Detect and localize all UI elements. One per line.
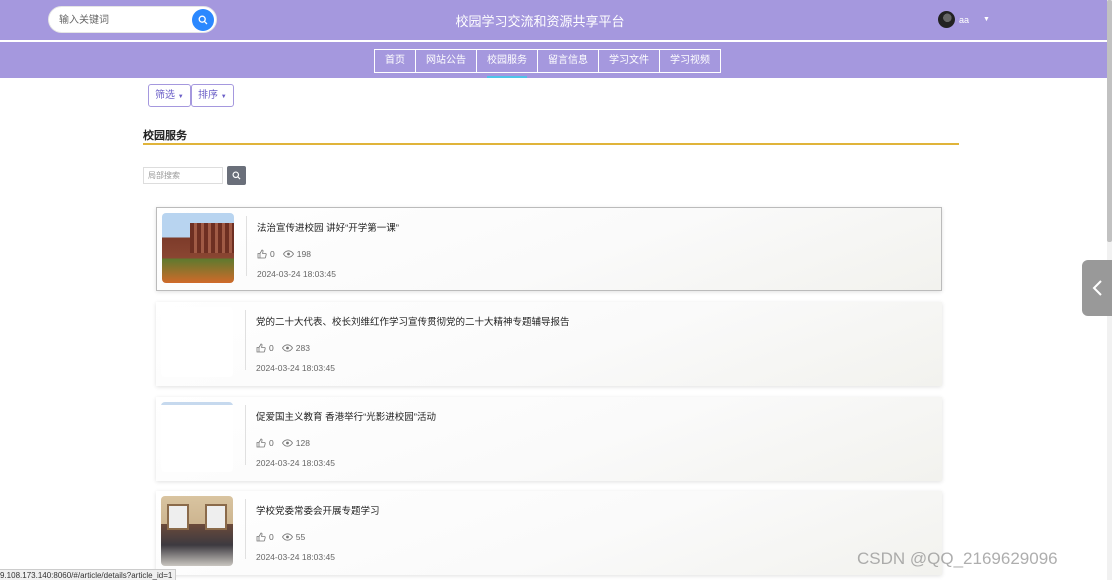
- search-icon: [232, 171, 241, 180]
- local-search-input[interactable]: [143, 167, 223, 184]
- article-date: 2024-03-24 18:03:45: [257, 269, 336, 279]
- eye-icon: [281, 439, 293, 447]
- article-stats: 0 55: [256, 532, 313, 542]
- view-count: 128: [295, 438, 310, 448]
- nav-announcements[interactable]: 网站公告: [415, 49, 477, 73]
- article-card[interactable]: 法治宣传进校园 讲好“开学第一课” 0 198 2024-03-24 18:03…: [156, 207, 942, 291]
- article-thumbnail: [161, 307, 233, 377]
- thumbs-up-icon: [256, 438, 266, 448]
- site-title: 校园学习交流和资源共享平台: [455, 14, 625, 29]
- article-title: 法治宣传进校园 讲好“开学第一课”: [257, 223, 399, 234]
- user-menu[interactable]: aa ▼: [938, 11, 990, 28]
- like-count: 0: [269, 438, 274, 448]
- article-title: 学校党委常委会开展专题学习: [256, 506, 380, 517]
- username: aa: [959, 14, 970, 25]
- article-stats: 0 283: [256, 343, 318, 353]
- side-collapse-tab[interactable]: [1082, 260, 1112, 316]
- nav-study-videos[interactable]: 学习视频: [659, 49, 721, 73]
- local-search-button[interactable]: [227, 166, 246, 185]
- article-thumbnail: [162, 213, 234, 283]
- card-divider: [246, 216, 247, 276]
- view-count: 283: [295, 343, 310, 353]
- view-count: 198: [296, 249, 311, 259]
- section-title: 校园服务: [143, 130, 187, 142]
- avatar: [938, 11, 955, 28]
- like-count: 0: [269, 532, 274, 542]
- article-title: 促爱国主义教育 香港举行“光影进校园”活动: [256, 412, 436, 423]
- caret-down-icon: ▼: [177, 94, 184, 100]
- caret-down-icon: ▼: [220, 94, 227, 100]
- like-count: 0: [269, 343, 274, 353]
- section-divider: [143, 143, 959, 145]
- search-input[interactable]: [59, 13, 189, 27]
- nav-campus-services[interactable]: 校园服务: [476, 49, 538, 78]
- eye-icon: [281, 344, 293, 352]
- article-card[interactable]: 学校党委常委会开展专题学习 0 55 2024-03-24 18:03:45: [156, 491, 942, 575]
- article-thumbnail: [161, 402, 233, 472]
- main-nav: 首页 网站公告 校园服务 留言信息 学习文件 学习视频: [0, 42, 1112, 78]
- nav-home[interactable]: 首页: [374, 49, 416, 73]
- search-icon: [198, 15, 208, 25]
- article-date: 2024-03-24 18:03:45: [256, 363, 335, 373]
- scrollbar-thumb[interactable]: [1107, 0, 1112, 242]
- thumbs-up-icon: [256, 532, 266, 542]
- eye-icon: [282, 250, 294, 258]
- top-header: 校园学习交流和资源共享平台 aa ▼: [0, 0, 1112, 40]
- view-count: 55: [295, 532, 306, 542]
- card-divider: [245, 499, 246, 559]
- eye-icon: [281, 533, 293, 541]
- card-divider: [245, 405, 246, 465]
- thumbs-up-icon: [256, 343, 266, 353]
- global-search: [48, 6, 217, 33]
- like-count: 0: [270, 249, 275, 259]
- article-thumbnail: [161, 496, 233, 566]
- chevron-left-icon: [1092, 280, 1102, 296]
- caret-down-icon: ▼: [983, 16, 990, 23]
- article-card[interactable]: 促爱国主义教育 香港举行“光影进校园”活动 0 128 2024-03-24 1…: [156, 397, 942, 481]
- nav-messages[interactable]: 留言信息: [537, 49, 599, 73]
- card-divider: [245, 310, 246, 370]
- status-bar-url: 9.108.173.140:8060/#/article/details?art…: [0, 569, 177, 580]
- watermark: CSDN @QQ_2169629096: [857, 549, 1058, 568]
- article-title: 党的二十大代表、校长刘维红作学习宣传贯彻党的二十大精神专题辅导报告: [256, 317, 570, 328]
- article-card[interactable]: 党的二十大代表、校长刘维红作学习宣传贯彻党的二十大精神专题辅导报告 0 283 …: [156, 302, 942, 386]
- filter-label: 筛选: [155, 90, 175, 101]
- search-button[interactable]: [192, 9, 214, 31]
- article-stats: 0 198: [257, 249, 319, 259]
- sort-dropdown[interactable]: 排序 ▼: [191, 84, 234, 107]
- sort-label: 排序: [198, 90, 218, 101]
- article-date: 2024-03-24 18:03:45: [256, 552, 335, 562]
- article-date: 2024-03-24 18:03:45: [256, 458, 335, 468]
- article-stats: 0 128: [256, 438, 318, 448]
- thumbs-up-icon: [257, 249, 267, 259]
- filter-dropdown[interactable]: 筛选 ▼: [148, 84, 191, 107]
- nav-study-files[interactable]: 学习文件: [598, 49, 660, 73]
